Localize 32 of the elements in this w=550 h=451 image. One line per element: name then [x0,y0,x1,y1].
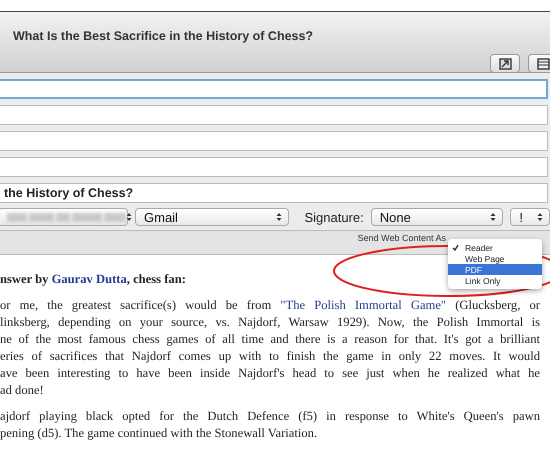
article-line: eries of sacrifices that Najdorf comes up with to finish the game in only 22 moves. It would [0,348,540,365]
input-field[interactable] [0,157,548,177]
input-field[interactable] [0,105,548,125]
article-line: pening (d5). The game continued with the Stonewall Variation. [0,425,318,442]
article-line: linksberg, depending on your source, vs. Najdorf, Warsaw 1929). Now, the Polish Immortal is [0,314,540,331]
menu-item[interactable]: Link Only [448,275,542,286]
send-as-label: Send Web Content As [358,232,446,242]
expand-button[interactable] [490,54,520,73]
menu-item[interactable]: Web Page [448,253,542,264]
link[interactable]: "The Polish Immortal Game" [280,298,446,312]
menu-item[interactable]: PDF [448,264,542,275]
template-button[interactable] [528,54,550,73]
article-line: ad done! [0,382,45,399]
article-line: ave been interesting to have been inside Najdorf's head to see just when he realized what he [0,365,540,382]
menu-item[interactable]: Reader [448,242,542,253]
stepper-icon [276,212,282,222]
article-line: or me, the greatest sacrifice(s) would be from "The Polish Immortal Game" (Glucksberg, or [0,297,540,314]
window-title: What Is the Best Sacrifice in the History of Chess? [13,29,314,43]
input-field[interactable]: the History of Chess? [0,183,548,203]
priority-popup[interactable]: ! [510,208,550,226]
article-line: ne of the most famous chess games of all time and there is a reason for that. It's got a brilliant [0,331,540,348]
signature-popup[interactable]: None [370,208,504,226]
account-popup[interactable]: Gmail [135,208,290,226]
input-field[interactable] [0,131,548,151]
stepper-icon [490,212,496,222]
signature-label: Signature: [304,210,364,224]
article-line: ajdorf playing black opted for the Dutch Defence (f5) in response to White's Queen's pawn [0,408,540,425]
input-field[interactable] [0,79,548,99]
stepper-icon [537,212,543,222]
window-icon [536,58,550,70]
expand-icon [498,58,512,70]
link[interactable]: Gaurav Dutta [52,272,127,286]
